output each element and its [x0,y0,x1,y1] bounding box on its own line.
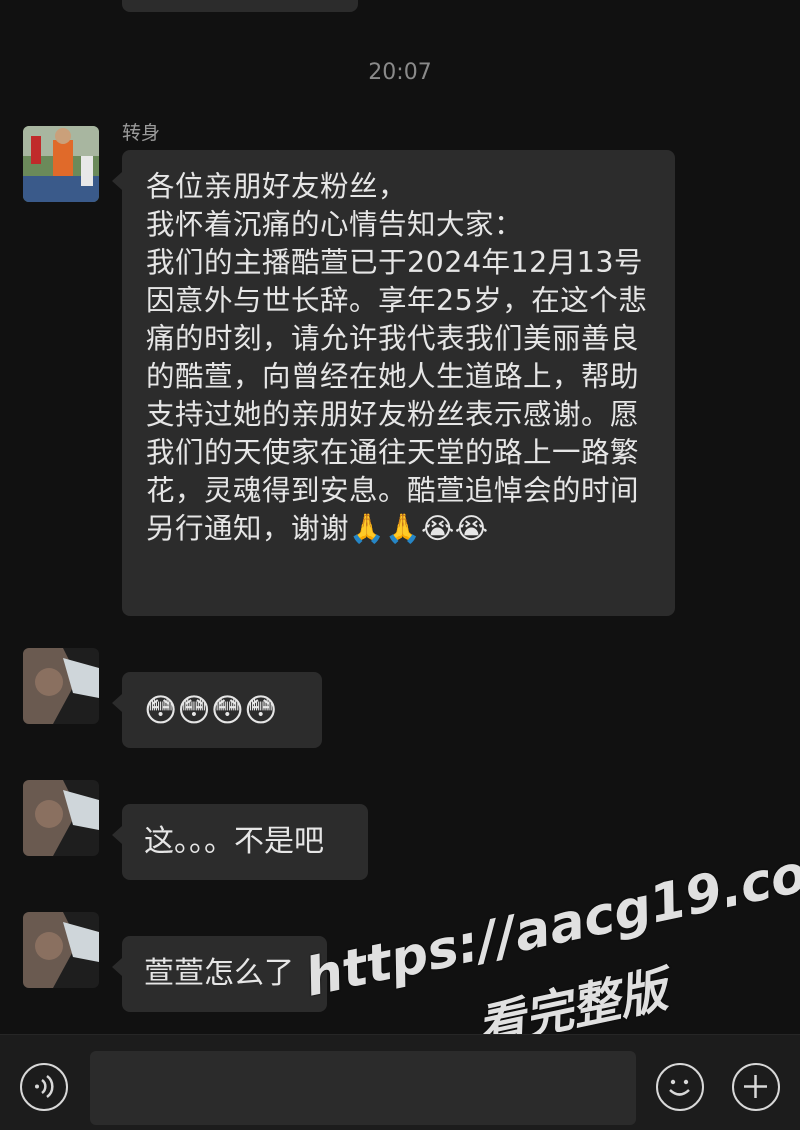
message-timestamp: 20:07 [368,60,432,85]
avatar-sender-4[interactable] [23,912,99,988]
emoji-icon[interactable] [656,1063,704,1111]
message-bubble-announcement[interactable]: 各位亲朋好友粉丝， 我怀着沉痛的心情告知大家： 我们的主播酷萱已于2024年12… [112,150,675,616]
message-text: 😳😳😳😳 [144,691,278,729]
avatar-sender-3[interactable] [23,780,99,856]
message-bubble-text[interactable]: 这。。。不是吧 [112,804,368,880]
voice-icon[interactable] [20,1063,68,1111]
message-text: 各位亲朋好友粉丝， 我怀着沉痛的心情告知大家： 我们的主播酷萱已于2024年12… [146,170,648,545]
previous-message-bubble [122,0,358,12]
message-bubble-text[interactable]: 萱萱怎么了 [112,936,327,1012]
plus-icon[interactable] [732,1063,780,1111]
message-bubble-emoji[interactable]: 😳😳😳😳 [112,672,322,748]
chat-input-bar [0,1034,800,1130]
avatar-sender-1[interactable] [23,126,99,202]
sender-name: 转身 [122,122,161,144]
message-input[interactable] [90,1051,636,1125]
avatar-sender-2[interactable] [23,648,99,724]
message-text: 这。。。不是吧 [144,824,324,859]
message-text: 萱萱怎么了 [144,956,294,991]
